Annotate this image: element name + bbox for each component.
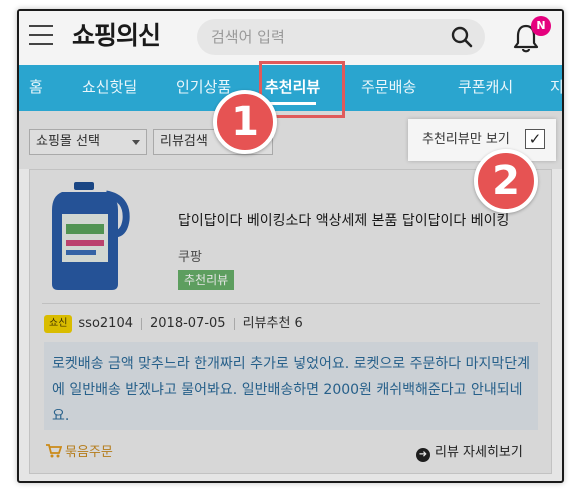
search-icon[interactable]: [449, 24, 475, 50]
tab-label: 홈: [29, 78, 43, 96]
recommended-only-toggle[interactable]: 추천리뷰만 보기 ✓: [408, 119, 556, 161]
tab-coupon-cash[interactable]: 쿠폰캐시: [458, 65, 513, 111]
tab-label: 인기상품: [176, 78, 232, 96]
tab-label: 쿠폰캐시: [458, 78, 514, 96]
tab-hotdeal[interactable]: 쇼신핫딜: [82, 65, 137, 111]
menu-icon[interactable]: [29, 25, 53, 45]
search-bar[interactable]: 검색어 입력: [197, 19, 485, 55]
step-marker-2: 2: [474, 149, 538, 213]
app-header: 쇼핑의신 검색어 입력 N: [19, 11, 562, 65]
tab-home[interactable]: 홈: [29, 65, 43, 111]
recommended-only-checkbox[interactable]: ✓: [525, 129, 545, 149]
tab-label: 주문배송: [361, 78, 417, 96]
app-window: 쇼핑의신 검색어 입력 N 홈 쇼신핫딜 인기상품 추천리뷰 주문배송 쿠폰캐시…: [17, 9, 564, 483]
tab-label: 지: [550, 78, 564, 96]
app-logo[interactable]: 쇼핑의신: [72, 18, 161, 54]
tab-order-delivery[interactable]: 주문배송: [361, 65, 416, 111]
notification-badge: N: [531, 16, 551, 36]
tab-more[interactable]: 지: [550, 65, 564, 111]
search-input[interactable]: 검색어 입력: [211, 19, 285, 55]
step-marker-1: 1: [213, 90, 277, 154]
tab-label: 쇼신핫딜: [82, 78, 138, 96]
